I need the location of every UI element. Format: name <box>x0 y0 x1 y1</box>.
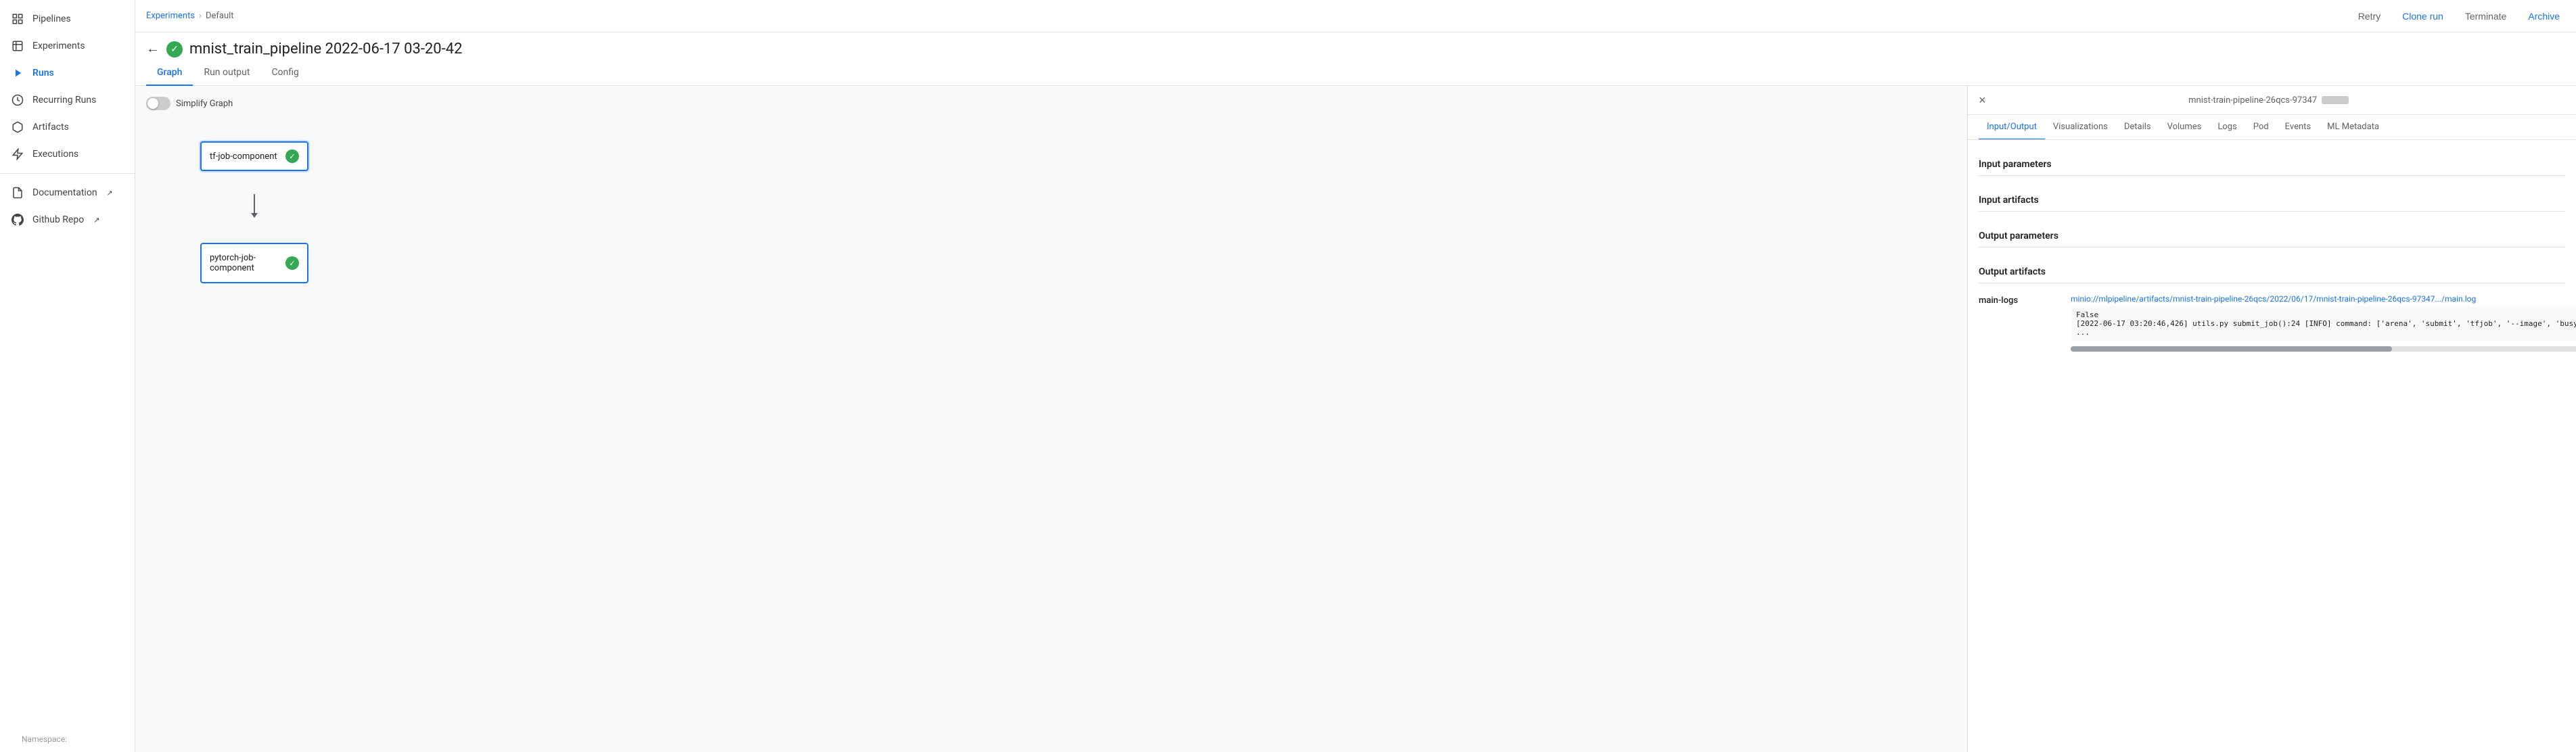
toggle-thumb <box>147 98 158 109</box>
simplify-graph-control: Simplify Graph <box>146 97 1956 110</box>
content-area: Simplify Graph tf-job-component ✓ pytorc… <box>135 86 2576 752</box>
close-button[interactable]: × <box>1979 94 1986 106</box>
pipeline-node-pytorch-job[interactable]: pytorch-job- component ✓ <box>200 243 308 283</box>
pipeline-arrow <box>251 194 258 218</box>
input-parameters-section: Input parameters <box>1979 151 2565 176</box>
pipeline-canvas: tf-job-component ✓ pytorch-job- componen… <box>146 121 1956 738</box>
code-line-1: False <box>2076 310 2098 319</box>
output-parameters-section: Output parameters <box>1979 222 2565 248</box>
clock-icon <box>11 93 24 107</box>
panel-tab-ml-metadata[interactable]: ML Metadata <box>2319 115 2387 140</box>
artifact-label-main-logs: main-logs <box>1979 294 2060 306</box>
input-artifacts-section: Input artifacts <box>1979 187 2565 212</box>
artifact-content-main-logs: minio://mlpipeline/artifacts/mnist-train… <box>2071 294 2576 352</box>
artifact-link-main-logs[interactable]: minio://mlpipeline/artifacts/mnist-train… <box>2071 294 2576 304</box>
breadcrumb-separator: › <box>199 11 202 21</box>
namespace-label: Namespace: <box>11 729 124 747</box>
tab-graph[interactable]: Graph <box>146 60 193 86</box>
artifact-code-main-logs: False [2022-06-17 03:20:46,426] utils.py… <box>2071 306 2576 341</box>
sidebar-label-pipelines: Pipelines <box>32 14 71 24</box>
panel-tabs: Input/Output Visualizations Details Volu… <box>1968 115 2576 140</box>
panel-tab-visualizations[interactable]: Visualizations <box>2045 115 2116 140</box>
sidebar-item-documentation[interactable]: Documentation ↗ <box>0 179 135 206</box>
side-panel-header: × mnist-train-pipeline-26qcs-97347 <box>1968 86 2576 115</box>
run-title: mnist_train_pipeline 2022-06-17 03-20-42 <box>189 41 462 57</box>
sidebar-label-runs: Runs <box>32 68 54 78</box>
pipeline-node-tf-job[interactable]: tf-job-component ✓ <box>200 141 308 171</box>
terminate-button[interactable]: Terminate <box>2460 8 2512 24</box>
retry-button[interactable]: Retry <box>2353 8 2386 24</box>
output-artifacts-title: Output artifacts <box>1979 258 2565 283</box>
panel-tab-volumes[interactable]: Volumes <box>2159 115 2210 140</box>
breadcrumb-experiments[interactable]: Experiments <box>146 11 195 21</box>
graph-panel: Simplify Graph tf-job-component ✓ pytorc… <box>135 86 1967 752</box>
input-artifacts-title: Input artifacts <box>1979 187 2565 212</box>
side-panel-title-blur <box>2322 96 2349 104</box>
sidebar-label-executions: Executions <box>32 149 78 160</box>
artifact-row-main-logs: main-logs minio://mlpipeline/artifacts/m… <box>1979 289 2565 357</box>
simplify-graph-label: Simplify Graph <box>176 99 233 109</box>
run-icon <box>11 66 24 80</box>
sidebar-item-artifacts[interactable]: Artifacts <box>0 114 135 141</box>
topbar: Experiments › Default Retry Clone run Te… <box>135 0 2576 32</box>
sidebar-label-experiments: Experiments <box>32 41 85 51</box>
side-panel: × mnist-train-pipeline-26qcs-97347 Input… <box>1967 86 2576 752</box>
clone-run-button[interactable]: Clone run <box>2397 8 2449 24</box>
code-line-2: [2022-06-17 03:20:46,426] utils.py submi… <box>2076 319 2576 328</box>
panel-tab-input-output[interactable]: Input/Output <box>1979 115 2045 140</box>
sidebar-label-artifacts: Artifacts <box>32 122 69 133</box>
doc-icon <box>11 186 24 199</box>
panel-tab-events[interactable]: Events <box>2277 115 2319 140</box>
panel-tab-logs[interactable]: Logs <box>2209 115 2245 140</box>
page-header: ← ✓ mnist_train_pipeline 2022-06-17 03-2… <box>135 32 2576 60</box>
sidebar-label-github: Github Repo <box>32 214 84 225</box>
topbar-actions: Retry Clone run Terminate Archive <box>2353 8 2565 24</box>
output-parameters-title: Output parameters <box>1979 222 2565 248</box>
archive-button[interactable]: Archive <box>2523 8 2565 24</box>
run-status-icon: ✓ <box>166 41 183 57</box>
sidebar-item-runs[interactable]: Runs <box>0 60 135 87</box>
back-button[interactable]: ← <box>146 41 160 57</box>
main-content: Experiments › Default Retry Clone run Te… <box>135 0 2576 752</box>
sidebar-label-recurring-runs: Recurring Runs <box>32 95 96 105</box>
sidebar-item-executions[interactable]: Executions <box>0 141 135 168</box>
sidebar-item-pipelines[interactable]: Pipelines <box>0 5 135 32</box>
sidebar-label-documentation: Documentation <box>32 187 97 198</box>
experiment-icon <box>11 39 24 53</box>
node-status-pytorch-job: ✓ <box>285 256 299 270</box>
breadcrumb: Experiments › Default <box>146 11 234 21</box>
main-tabs: Graph Run output Config <box>135 60 2576 86</box>
panel-content: Input parameters Input artifacts Output … <box>1968 140 2576 752</box>
breadcrumb-default: Default <box>206 11 234 21</box>
output-artifacts-section: Output artifacts main-logs minio://mlpip… <box>1979 258 2565 357</box>
panel-tab-pod[interactable]: Pod <box>2245 115 2277 140</box>
scrollbar-thumb <box>2071 346 2392 352</box>
arrow-head <box>251 213 258 218</box>
tab-run-output[interactable]: Run output <box>193 60 260 86</box>
side-panel-title-text: mnist-train-pipeline-26qcs-97347 <box>2188 95 2317 105</box>
arrow-line <box>254 194 255 213</box>
simplify-graph-toggle[interactable] <box>146 97 170 110</box>
execution-icon <box>11 147 24 161</box>
tab-config[interactable]: Config <box>260 60 309 86</box>
sidebar-item-recurring-runs[interactable]: Recurring Runs <box>0 87 135 114</box>
side-panel-title: mnist-train-pipeline-26qcs-97347 <box>1986 95 2552 105</box>
external-link-doc-icon: ↗ <box>107 189 113 197</box>
panel-tab-details[interactable]: Details <box>2116 115 2159 140</box>
code-line-3: ... <box>2076 328 2090 337</box>
sidebar: Pipelines Experiments Runs Recurring Run… <box>0 0 135 752</box>
github-icon <box>11 213 24 227</box>
sidebar-item-github[interactable]: Github Repo ↗ <box>0 206 135 233</box>
sidebar-divider <box>0 173 135 174</box>
node-label-tf-job: tf-job-component <box>210 151 277 162</box>
artifact-icon <box>11 120 24 134</box>
input-parameters-title: Input parameters <box>1979 151 2565 176</box>
node-status-tf-job: ✓ <box>285 149 299 163</box>
external-link-github-icon: ↗ <box>93 216 99 225</box>
sidebar-item-experiments[interactable]: Experiments <box>0 32 135 60</box>
code-scrollbar[interactable] <box>2071 346 2576 352</box>
node-label-pytorch-job: pytorch-job- component <box>210 253 256 273</box>
pipeline-icon <box>11 12 24 26</box>
